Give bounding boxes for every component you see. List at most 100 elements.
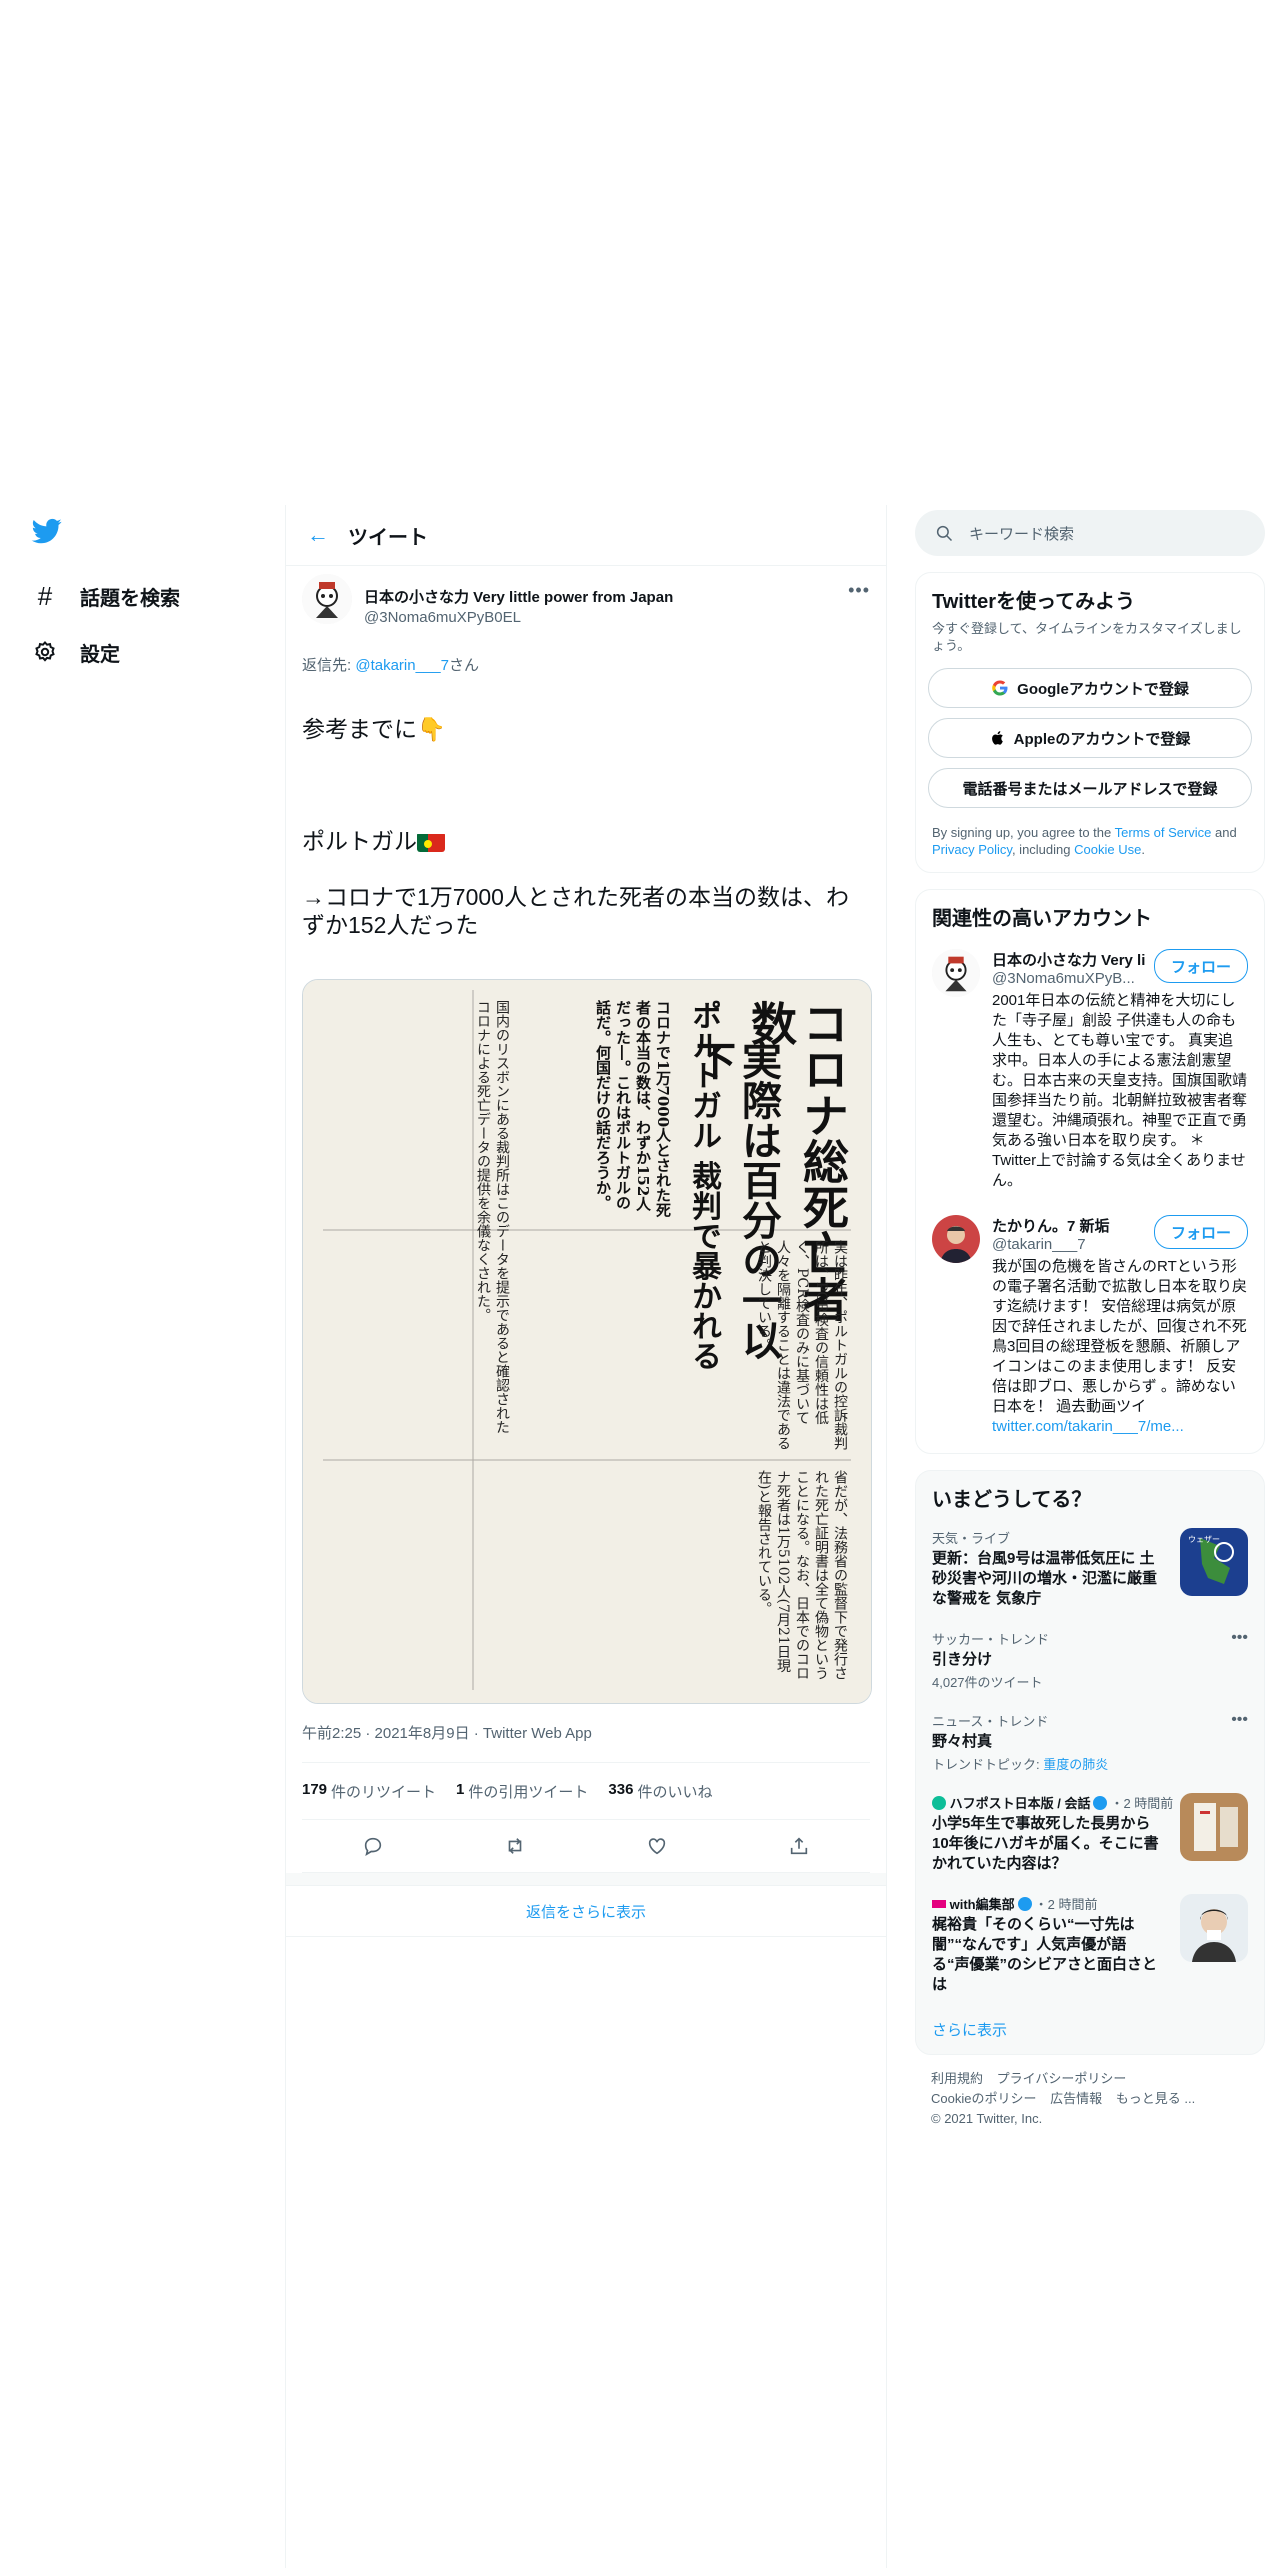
huffpost-icon — [932, 1796, 946, 1810]
trend-item[interactable]: 天気・ライブ 更新：台風9号は温帯低気圧に 土砂災害や河川の増水・氾濫に厳重な警… — [916, 1518, 1264, 1619]
back-arrow-icon[interactable]: ← — [290, 522, 346, 548]
like-heart-icon[interactable] — [637, 1826, 677, 1866]
more-options-icon[interactable]: ••• — [1231, 1629, 1248, 1647]
phone-email-signup-button[interactable]: 電話番号またはメールアドレスで登録 — [928, 768, 1252, 808]
newspaper-column-3: 実は昨年、ポルトガルの控訴裁判所は、PCR検査の信頼性は低く、PCR検査のみに基… — [756, 1240, 848, 1450]
account-bio-text: 我が国の危機を皆さんのRTという形の電子署名活動で拡散し日本を取り戻す迄続けます… — [992, 1258, 1248, 1415]
account-name[interactable]: たかりん。7 新垢 — [992, 1215, 1152, 1236]
verified-badge-icon — [1017, 1897, 1032, 1911]
footer-more-link[interactable]: もっと見る ... — [1116, 2091, 1195, 2106]
nav-explore[interactable]: # 話題を検索 — [30, 568, 260, 624]
footer-cookie-link[interactable]: Cookieのポリシー — [931, 2091, 1036, 2106]
verified-badge-icon — [1093, 1796, 1108, 1810]
nav-settings[interactable]: 設定 — [30, 624, 260, 680]
trend-tweet-count: 4,027件のツイート — [932, 1675, 1043, 1690]
divider — [286, 1873, 886, 1886]
signup-subtitle: 今すぐ登録して、タイムラインをカスタマイズしましょう。 — [932, 621, 1242, 653]
like-count[interactable]: 336 件のいいね — [608, 1781, 712, 1802]
google-signup-button[interactable]: Googleアカウントで登録 — [928, 668, 1252, 708]
privacy-link[interactable]: Privacy Policy — [932, 842, 1012, 857]
quote-count[interactable]: 1 件の引用ツイート — [456, 1781, 588, 1802]
nav-explore-label: 話題を検索 — [80, 587, 180, 610]
account-bio-link[interactable]: twitter.com/takarin___7/me... — [992, 1418, 1184, 1435]
author-handle[interactable]: @3Noma6muXPyB0EL — [364, 609, 673, 626]
account-name[interactable]: 日本の小さな力 Very li — [992, 949, 1152, 970]
tweet-stats: 179 件のリツイート 1 件の引用ツイート 336 件のいいね — [302, 1763, 870, 1820]
trends-card: いまどうしてる？ 天気・ライブ 更新：台風9号は温帯低気圧に 土砂災害や河川の増… — [915, 1470, 1265, 2055]
trend-item[interactable]: ハフポスト日本版 / 会話 ・2 時間前 小学5年生で事故死した長男から10年後に… — [916, 1783, 1264, 1884]
footer-terms-link[interactable]: 利用規約 — [931, 2071, 983, 2086]
show-more-trends-link[interactable]: さらに表示 — [916, 2005, 1264, 2054]
newspaper-column-2: 国内のリスボンにある裁判所はこのデータを提示であると確認されたコロナによる死亡デ… — [475, 1000, 510, 1434]
show-more-replies-link[interactable]: 返信をさらに表示 — [286, 1886, 886, 1937]
trend-title: 野々村真 — [932, 1733, 993, 1750]
sidebar-footer: 利用規約 プライバシーポリシー Cookieのポリシー 広告情報 もっと見る .… — [915, 2055, 1265, 2143]
right-sidebar: キーワード検索 Twitterを使ってみよう 今すぐ登録して、タイムラインをカス… — [915, 510, 1265, 2143]
trend-title: 更新：台風9号は温帯低気圧に 土砂災害や河川の増水・氾濫に厳重な警戒を 気象庁 — [932, 1550, 1158, 1607]
reply-icon[interactable] — [353, 1826, 393, 1866]
reply-to: 返信先: @takarin___7さん — [302, 654, 870, 675]
postcard-thumbnail — [1180, 1793, 1248, 1861]
follow-button[interactable]: フォロー — [1153, 1215, 1248, 1249]
trend-item[interactable]: with編集部 ・2 時間前 梶裕貴「そのくらい“一寸先は闇”“なんです」人気声優… — [916, 1884, 1264, 2005]
retweet-count[interactable]: 179 件のリツイート — [302, 1781, 436, 1802]
trend-source-name: with編集部 — [949, 1897, 1015, 1912]
quote-num: 1 — [456, 1780, 465, 1798]
follow-button[interactable]: フォロー — [1153, 949, 1248, 983]
newspaper-column-1: コロナで1万7000人とされた死者の本当の数は、わずか152人だった―。これはポ… — [594, 1000, 672, 1218]
trend-category: サッカー・トレンド — [932, 1632, 1050, 1647]
trend-time: ・2 時間前 — [1110, 1796, 1174, 1811]
more-options-icon[interactable]: ••• — [1231, 1711, 1248, 1729]
apple-icon — [990, 729, 1006, 747]
retweet-icon[interactable] — [495, 1826, 535, 1866]
apple-signup-label: Appleのアカウントで登録 — [1013, 730, 1191, 748]
legal-including: , including — [1011, 842, 1075, 857]
search-placeholder: キーワード検索 — [969, 525, 1075, 543]
related-account[interactable]: たかりん。7 新垢 @takarin___7 フォロー 我が国の危機を皆さんのR… — [916, 1203, 1264, 1453]
footer-privacy-link[interactable]: プライバシーポリシー — [997, 2071, 1127, 2086]
like-label: 件のいいね — [637, 1783, 713, 1801]
trend-item[interactable]: サッカー・トレンド 引き分け 4,027件のツイート ••• — [916, 1619, 1264, 1701]
related-accounts-card: 関連性の高いアカウント 日本の小さな力 Very li @3Noma6muXPy… — [915, 889, 1265, 1454]
cookie-link[interactable]: Cookie Use — [1074, 842, 1141, 857]
author-name[interactable]: 日本の小さな力 Very little power from Japan — [364, 586, 673, 607]
page-title: ツイート — [348, 526, 428, 549]
related-title: 関連性の高いアカウント — [932, 908, 1152, 930]
with-logo-icon — [932, 1900, 946, 1908]
tweet-text: 参考までに👇 ポルトガル →コロナで1万7000人とされた死者の本当の数は、わず… — [302, 687, 870, 967]
signup-title: Twitterを使ってみよう — [932, 591, 1136, 613]
related-account[interactable]: 日本の小さな力 Very li @3Noma6muXPyB... フォロー 20… — [916, 937, 1264, 1203]
account-handle[interactable]: @takarin___7 — [992, 1236, 1142, 1253]
apple-signup-button[interactable]: Appleのアカウントで登録 — [928, 718, 1252, 758]
signup-card: Twitterを使ってみよう 今すぐ登録して、タイムラインをカスタマイズしましょ… — [915, 572, 1265, 873]
tweet-actions — [302, 1820, 870, 1873]
share-icon[interactable] — [779, 1826, 819, 1866]
legal-and: and — [1211, 825, 1237, 840]
main-column: ← ツイート 日本の小さな力 Very little power from Ja… — [285, 505, 887, 2568]
avatar[interactable] — [932, 949, 980, 997]
tweet-image-newspaper[interactable]: コロナ総死亡者数 実際は百分の一以下 ポルトガル 裁判で暴かれる コロナで1万7… — [302, 979, 872, 1704]
trend-title: 引き分け — [932, 1651, 993, 1668]
quote-label: 件の引用ツイート — [468, 1783, 589, 1801]
twitter-logo-icon[interactable] — [30, 516, 64, 546]
trend-item[interactable]: ニュース・トレンド 野々村真 トレンドトピック: 重度の肺炎 ••• — [916, 1701, 1264, 1783]
trend-topic-link[interactable]: 重度の肺炎 — [1043, 1757, 1108, 1772]
search-icon — [935, 524, 953, 542]
tweet-line-2: ポルトガル — [302, 828, 417, 854]
account-handle[interactable]: @3Noma6muXPyB... — [992, 970, 1142, 987]
tweet-line-1: 参考までに👇 — [302, 716, 446, 742]
avatar[interactable] — [932, 1215, 980, 1263]
trend-source-name: ハフポスト日本版 / 会話 — [949, 1796, 1091, 1811]
search-input[interactable]: キーワード検索 — [915, 510, 1265, 556]
google-icon — [991, 679, 1009, 697]
trend-time: ・2 時間前 — [1034, 1897, 1098, 1912]
reply-handle-link[interactable]: @takarin___7 — [355, 657, 449, 674]
hashtag-icon: # — [37, 580, 53, 611]
footer-ads-link[interactable]: 広告情報 — [1050, 2091, 1102, 2106]
more-options-icon[interactable]: ••• — [848, 580, 870, 601]
retweet-num: 179 — [302, 1780, 328, 1798]
tweet-timestamp[interactable]: 午前2:25 · 2021年8月9日 · Twitter Web App — [302, 1722, 870, 1763]
phone-email-signup-label: 電話番号またはメールアドレスで登録 — [962, 780, 1218, 798]
terms-link[interactable]: Terms of Service — [1115, 825, 1212, 840]
avatar[interactable] — [302, 574, 352, 624]
